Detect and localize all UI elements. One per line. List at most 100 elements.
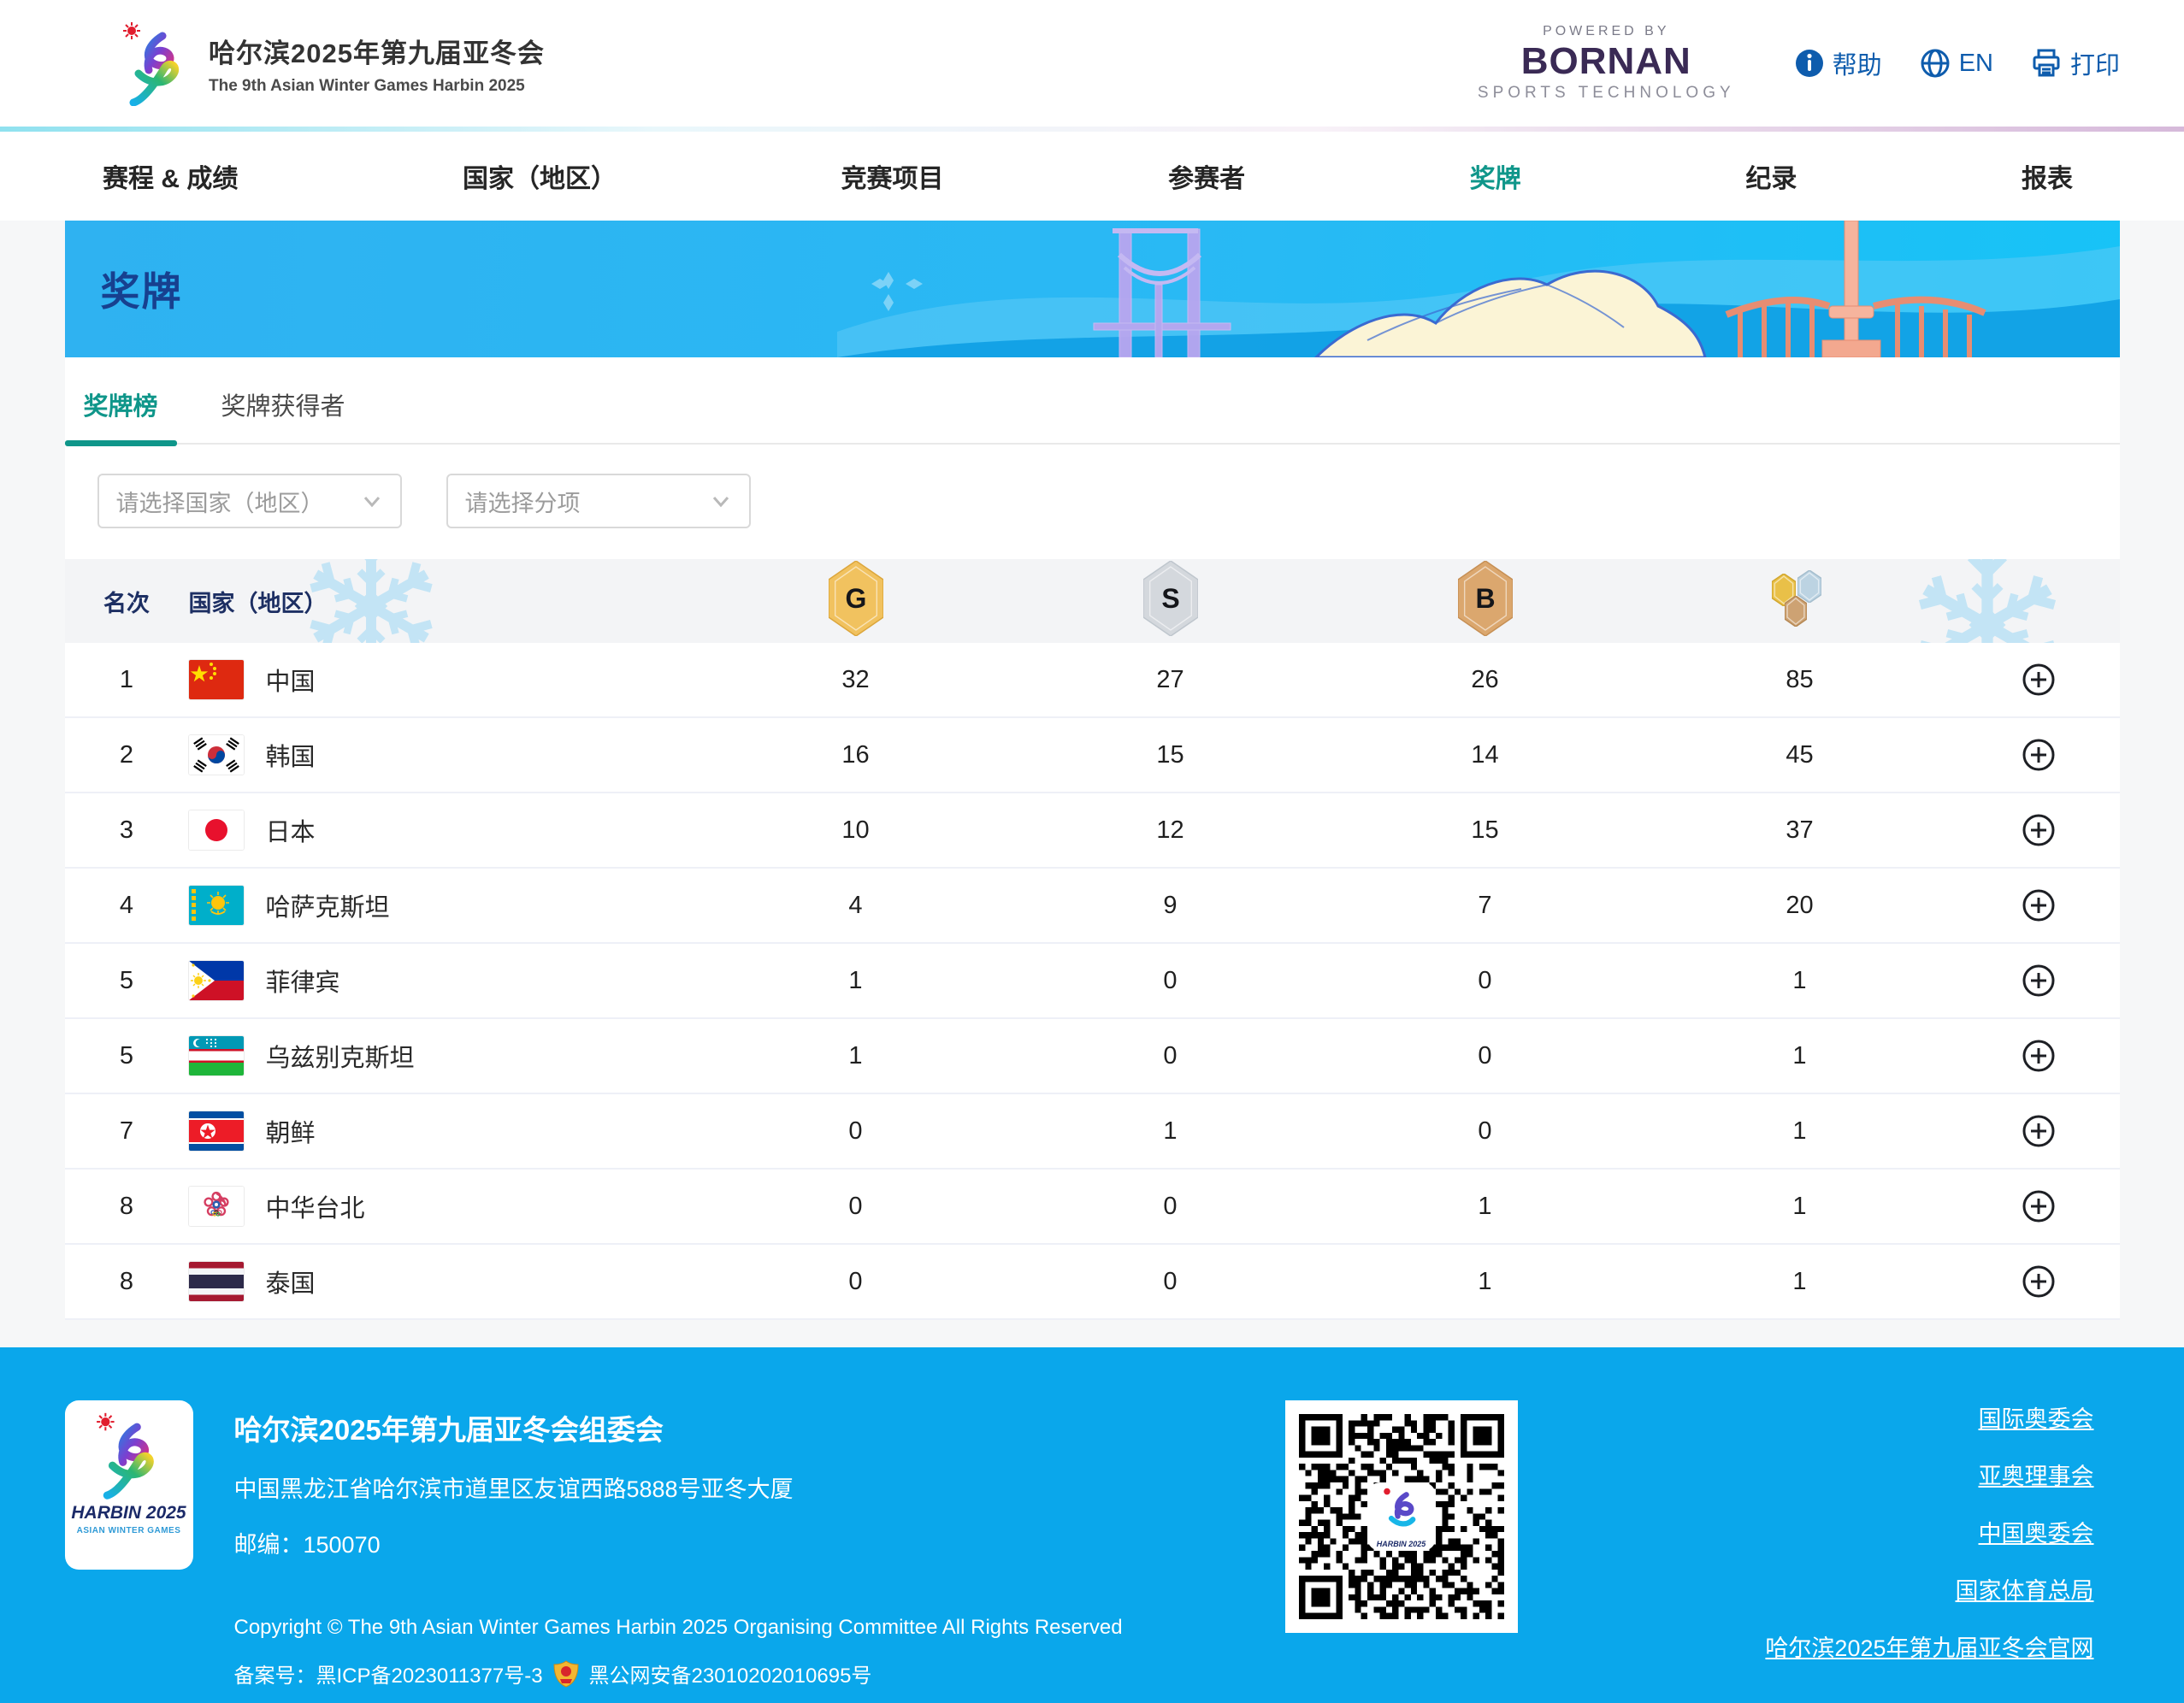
nav-item[interactable]: 纪录 [1745,157,1797,195]
plus-circle-icon [2021,737,2057,773]
globe-icon [1920,48,1951,79]
footer-address: 中国黑龙江省哈尔滨市道里区友谊西路5888号亚冬大厦 [234,1470,1123,1504]
nav-item-label: 竞赛项目 [841,165,944,193]
country-flag [189,961,244,1000]
nav-item[interactable]: 报表 [2022,157,2073,195]
country-filter-placeholder: 请选择国家（地区） [116,485,324,518]
expand-row-button[interactable] [2021,812,2057,848]
footer-link[interactable]: 国际奥委会 [1979,1400,2094,1434]
rank-cell: 4 [65,892,189,920]
silver-count: 12 [1013,816,1328,845]
total-count: 1 [1643,967,1957,995]
country-name: 韩国 [266,737,316,773]
bornan-logo: POWERED BY BORNAN SPORTS TECHNOLOGY [1478,24,1735,103]
page-banner: 奖牌 [65,221,2120,357]
nav-item[interactable]: 赛程 & 成绩 [103,157,238,195]
table-row: 5 乌兹别克斯坦 1 0 0 1 [65,1019,2120,1094]
site-title: 哈尔滨2025年第九届亚冬会 [209,32,545,70]
footer-link[interactable]: 哈尔滨2025年第九届亚冬会官网 [1765,1629,2093,1663]
help-button[interactable]: 帮助 [1795,45,1882,81]
svg-text:B: B [1475,583,1495,614]
gold-count: 1 [699,967,1013,995]
plus-circle-icon [2021,1188,2057,1224]
silver-count: 0 [1013,1268,1328,1296]
footer-police-number: 黑公网安备23010202010695号 [589,1659,872,1688]
country-flag [189,660,244,699]
chevron-down-icon [361,490,383,512]
expand-row-button[interactable] [2021,887,2057,923]
country-cell: 乌兹别克斯坦 [189,1036,699,1075]
table-row: 7 朝鲜 0 1 0 1 [65,1094,2120,1170]
tab[interactable]: 奖牌榜 [65,386,177,443]
nav-item[interactable]: 国家（地区） [463,157,617,195]
bronze-count: 15 [1328,816,1643,845]
table-row: 8 中华台北 0 0 1 1 [65,1170,2120,1245]
footer-logo-title: HARBIN 2025 [71,1503,186,1523]
content-card: 奖牌 奖牌榜 奖牌获得者 请选择国家（地区） 请选择分项 [65,221,2120,1320]
language-switch[interactable]: EN [1920,48,1993,79]
harbin-games-logo-icon [120,21,190,106]
tab[interactable]: 奖牌获得者 [203,386,364,443]
rank-cell: 7 [65,1117,189,1146]
expand-row-button[interactable] [2021,1188,2057,1224]
nav-item[interactable]: 奖牌 [1470,157,1521,195]
expand-row-button[interactable] [2021,1113,2057,1149]
table-row: 8 泰国 0 0 1 1 [65,1245,2120,1320]
table-row: 1 中国 32 27 26 85 [65,643,2120,718]
country-filter-select[interactable]: 请选择国家（地区） [97,474,402,528]
nav-item[interactable]: 竞赛项目 [841,157,944,195]
discipline-filter-select[interactable]: 请选择分项 [446,474,751,528]
plus-circle-icon [2021,662,2057,698]
rank-cell: 8 [65,1193,189,1221]
total-count: 85 [1643,666,1957,694]
footer-link-label: 国际奥委会 [1979,1406,2094,1432]
expand-row-button[interactable] [2021,1038,2057,1074]
banner-skyline-art [837,221,2120,357]
chevron-down-icon [710,490,732,512]
country-cell: 泰国 [189,1262,699,1301]
expand-row-button[interactable] [2021,662,2057,698]
expand-row-button[interactable] [2021,963,2057,999]
tab-label: 奖牌获得者 [221,393,345,421]
total-count: 1 [1643,1117,1957,1146]
country-flag [189,1036,244,1075]
country-name: 中国 [266,662,316,698]
gold-count: 4 [699,892,1013,920]
country-flag [189,1187,244,1226]
svg-text:S: S [1161,583,1179,614]
country-name: 日本 [266,812,316,848]
rank-column-header: 名次 [65,585,189,618]
rank-cell: 8 [65,1268,189,1296]
nav-item-label: 报表 [2022,165,2073,193]
svg-text:G: G [845,583,866,614]
footer-postcode: 邮编：150070 [234,1526,1123,1559]
rank-cell: 3 [65,816,189,845]
expand-row-button[interactable] [2021,1264,2057,1299]
bornan-wordmark: BORNAN [1478,43,1735,80]
expand-row-button[interactable] [2021,737,2057,773]
country-name: 乌兹别克斯坦 [266,1038,415,1074]
sun-burst [123,22,140,39]
nav-item[interactable]: 参赛者 [1168,157,1245,195]
country-flag [189,886,244,925]
print-button[interactable]: 打印 [2031,45,2120,81]
footer-games-logo: HARBIN 2025 ASIAN WINTER GAMES [65,1400,193,1570]
nav-list: 赛程 & 成绩 国家（地区） 竞赛项目 参赛者 奖牌 纪录 报表 [0,132,2184,221]
page-footer: HARBIN 2025 ASIAN WINTER GAMES 哈尔滨2025年第… [0,1347,2184,1703]
bronze-count: 0 [1328,1042,1643,1070]
table-row: 3 日本 10 12 15 37 [65,793,2120,869]
footer-link[interactable]: 国家体育总局 [1956,1572,2094,1606]
country-name: 中华台北 [266,1188,365,1224]
footer-link[interactable]: 中国奥委会 [1979,1515,2094,1548]
table-row: 5 菲律宾 1 0 0 1 [65,944,2120,1019]
harbin-games-logo-icon [93,1409,165,1501]
medal-table-header: 名次 国家（地区） G S B [65,559,2120,643]
bronze-count: 1 [1328,1268,1643,1296]
silver-count: 0 [1013,1193,1328,1221]
footer-link[interactable]: 亚奥理事会 [1979,1458,2094,1491]
medal-tabs: 奖牌榜 奖牌获得者 [65,357,2120,445]
country-name: 朝鲜 [266,1113,316,1149]
total-column-header [1643,570,1957,633]
top-header: 哈尔滨2025年第九届亚冬会 The 9th Asian Winter Game… [0,0,2184,127]
bronze-count: 0 [1328,1117,1643,1146]
